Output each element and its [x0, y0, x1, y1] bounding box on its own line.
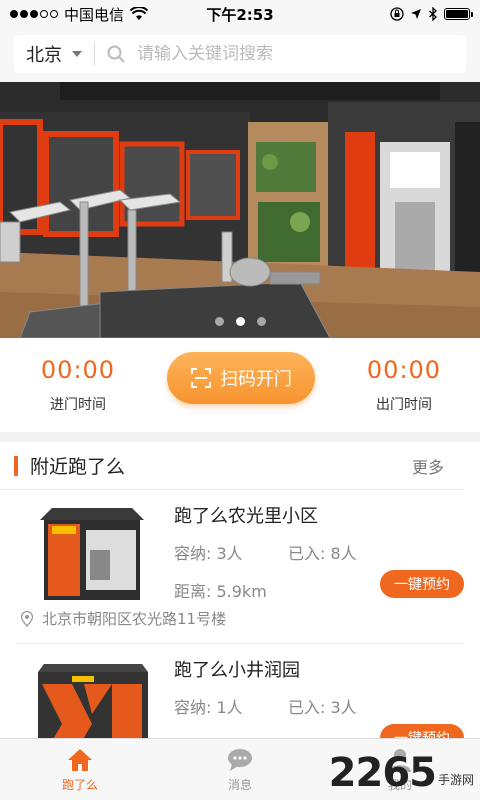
caret-down-icon [72, 51, 82, 57]
scan-icon [191, 368, 211, 388]
enter-time-block: 00:00 进门时间 [38, 356, 118, 414]
carousel-indicator [0, 317, 480, 326]
gym-banner-carousel[interactable] [0, 82, 480, 338]
carousel-dot[interactable] [214, 317, 224, 326]
search-icon [107, 45, 125, 63]
book-button[interactable]: 一键预约 [380, 724, 464, 738]
carrier-name: 中国电信 [64, 5, 125, 24]
gym-entered-count: 已入: 3人 [288, 698, 357, 717]
message-icon [228, 748, 252, 771]
wifi-icon [130, 7, 149, 20]
nav-tab-messages[interactable]: 消息 [160, 739, 320, 800]
city-label: 北京 [26, 45, 62, 66]
more-link[interactable]: 更多 [412, 454, 444, 478]
section-title: 附近跑了么 [30, 456, 126, 478]
search-input[interactable] [137, 44, 437, 64]
gym-booth-thumbnail [38, 664, 148, 738]
city-selector[interactable]: 北京 [14, 42, 95, 66]
watermark-number: 2265 [328, 750, 437, 796]
gym-booth-thumbnail [40, 508, 144, 600]
search-box: 北京 [14, 35, 466, 73]
gym-address: 北京市朝阳区农光路11号楼 [20, 608, 226, 629]
gym-distance: 距离: 5.9km [174, 582, 267, 601]
gym-interior-image [0, 82, 480, 338]
orientation-lock-icon [390, 7, 404, 21]
exit-time-block: 00:00 出门时间 [364, 356, 444, 414]
location-pin-icon [20, 610, 34, 627]
nav-label: 消息 [227, 777, 252, 792]
enter-time-value: 00:00 [40, 356, 116, 384]
nav-tab-home[interactable]: 跑了么 [0, 739, 160, 800]
gym-list-item[interactable]: 跑了么农光里小区 容纳: 3人 已入: 8人 距离: 5.9km 一键预约 北京… [16, 490, 464, 644]
enter-time-label: 进门时间 [50, 397, 106, 413]
gym-capacity: 容纳: 1人 [174, 698, 243, 717]
search-header: 北京 [0, 28, 480, 82]
door-time-panel: 00:00 进门时间 扫码开门 00:00 出门时间 [0, 338, 480, 432]
exit-time-label: 出门时间 [376, 397, 432, 413]
gym-entered-count: 已入: 8人 [288, 544, 357, 563]
gym-name: 跑了么小井润园 [174, 660, 300, 681]
nav-label: 跑了么 [61, 777, 98, 792]
scan-button-label: 扫码开门 [220, 369, 292, 390]
scan-open-door-button[interactable]: 扫码开门 [167, 352, 315, 404]
carousel-dot[interactable] [256, 317, 266, 326]
gym-address-text: 北京市朝阳区农光路11号楼 [42, 610, 227, 628]
gym-list-item[interactable]: 跑了么小井润园 容纳: 1人 已入: 3人 一键预约 [16, 644, 464, 738]
carousel-dot-active[interactable] [235, 317, 245, 326]
battery-fill [446, 10, 468, 18]
watermark-text: 手游网 [437, 773, 474, 787]
location-arrow-icon [411, 9, 421, 19]
nearby-header: 附近跑了么 更多 [0, 442, 464, 490]
battery-icon [444, 8, 473, 20]
bottom-nav: 跑了么 消息 我的 2265 手游网 [0, 738, 480, 800]
home-icon [68, 748, 92, 771]
signal-strength-icon [10, 10, 58, 18]
book-button[interactable]: 一键预约 [380, 570, 464, 598]
nearby-section: 附近跑了么 更多 跑了么农光里小区 容纳: 3人 已入: 8人 距离: 5.9k… [0, 442, 480, 738]
status-bar: 中国电信 下午2:53 [0, 0, 480, 28]
accent-bar [14, 455, 18, 476]
gym-capacity: 容纳: 3人 [174, 544, 243, 563]
bluetooth-icon [429, 7, 437, 21]
site-watermark: 2265 手游网 [329, 750, 474, 796]
exit-time-value: 00:00 [366, 356, 442, 384]
gym-name: 跑了么农光里小区 [174, 506, 318, 527]
status-time: 下午2:53 [206, 5, 274, 24]
